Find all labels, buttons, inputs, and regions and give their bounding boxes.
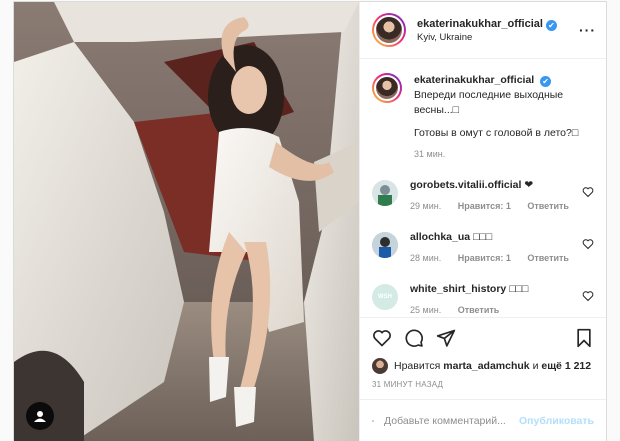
post-sidebar: ekaterinakukhar_official ✔ Kyiv, Ukraine … <box>359 2 606 441</box>
caption-time[interactable]: 31 мин. <box>414 147 594 162</box>
comment-avatar[interactable] <box>372 180 398 206</box>
comment-text: □□□ <box>473 231 493 243</box>
publish-button[interactable]: Опубликовать <box>519 415 594 427</box>
comment-like-icon[interactable] <box>582 290 594 302</box>
comment-icon[interactable] <box>404 328 424 348</box>
post-header: ekaterinakukhar_official ✔ Kyiv, Ukraine … <box>360 2 606 59</box>
more-icon[interactable]: ··· <box>579 22 596 38</box>
reply-button[interactable]: Ответить <box>527 201 569 211</box>
comment-time[interactable]: 28 мин. <box>410 253 441 263</box>
comment-username[interactable]: white_shirt_history <box>410 283 506 295</box>
comment-like-icon[interactable] <box>582 238 594 250</box>
comment-input[interactable] <box>384 414 520 427</box>
post-actions: Нравится marta_adamchuk и ещё 1 212 31 М… <box>360 317 606 441</box>
emoji-icon[interactable] <box>372 411 374 431</box>
comment-time[interactable]: 29 мин. <box>410 201 441 211</box>
user-tag-icon[interactable] <box>26 402 54 430</box>
liker-username[interactable]: marta_adamchuk <box>443 360 529 372</box>
comment-time[interactable]: 25 мин. <box>410 305 441 315</box>
comment-text: □□□ <box>509 283 529 295</box>
author-info: ekaterinakukhar_official ✔ Kyiv, Ukraine <box>417 16 557 45</box>
verified-icon: ✔ <box>540 76 552 87</box>
photo-illustration <box>14 2 359 441</box>
reply-button[interactable]: Ответить <box>458 305 500 315</box>
comment-item: allochka_ua □□□ 28 мин. Нравится: 1 Отве… <box>372 230 594 266</box>
comment-avatar[interactable] <box>372 232 398 258</box>
post-photo[interactable] <box>14 2 359 441</box>
share-icon[interactable] <box>436 328 456 348</box>
add-comment-bar: Опубликовать <box>360 399 606 441</box>
heart-icon[interactable] <box>372 328 392 348</box>
author-username[interactable]: ekaterinakukhar_official <box>417 18 543 30</box>
caption-line-1: Впереди последние выходные весны...□ <box>414 89 564 116</box>
comment-username[interactable]: gorobets.vitalii.official <box>410 179 521 191</box>
bookmark-icon[interactable] <box>574 328 594 348</box>
comment-avatar[interactable]: WSH <box>372 284 398 310</box>
likes-connector: и <box>532 360 539 372</box>
post-container: ekaterinakukhar_official ✔ Kyiv, Ukraine … <box>13 1 607 441</box>
likes-summary: Нравится marta_adamchuk и ещё 1 212 <box>372 358 594 374</box>
comment-like-icon[interactable] <box>582 186 594 198</box>
verified-icon: ✔ <box>545 19 557 31</box>
comment-username[interactable]: allochka_ua <box>410 231 470 243</box>
likes-count[interactable]: ещё 1 212 <box>541 360 591 372</box>
liker-avatar[interactable] <box>372 358 388 374</box>
reply-button[interactable]: Ответить <box>527 253 569 263</box>
likes-prefix: Нравится <box>394 360 441 372</box>
caption-line-2: Готовы в омут с головой в лето?□ <box>414 127 579 139</box>
comment-item: gorobets.vitalii.official ❤ 29 мин. Нрав… <box>372 178 594 214</box>
caption-username[interactable]: ekaterinakukhar_official <box>414 74 534 86</box>
post-time[interactable]: 31 МИНУТ НАЗАД <box>372 380 594 389</box>
author-avatar[interactable] <box>372 13 406 47</box>
comment-likes[interactable]: Нравится: 1 <box>458 253 511 263</box>
comment-likes[interactable]: Нравится: 1 <box>458 201 511 211</box>
comments-list: ekaterinakukhar_official ✔ Впереди после… <box>360 59 606 317</box>
post-location[interactable]: Kyiv, Ukraine <box>417 31 557 45</box>
caption: ekaterinakukhar_official ✔ Впереди после… <box>372 73 594 162</box>
caption-avatar[interactable] <box>372 73 402 103</box>
comment-item: WSH white_shirt_history □□□ 25 мин. Отве… <box>372 282 594 317</box>
comment-text: ❤ <box>524 179 534 191</box>
